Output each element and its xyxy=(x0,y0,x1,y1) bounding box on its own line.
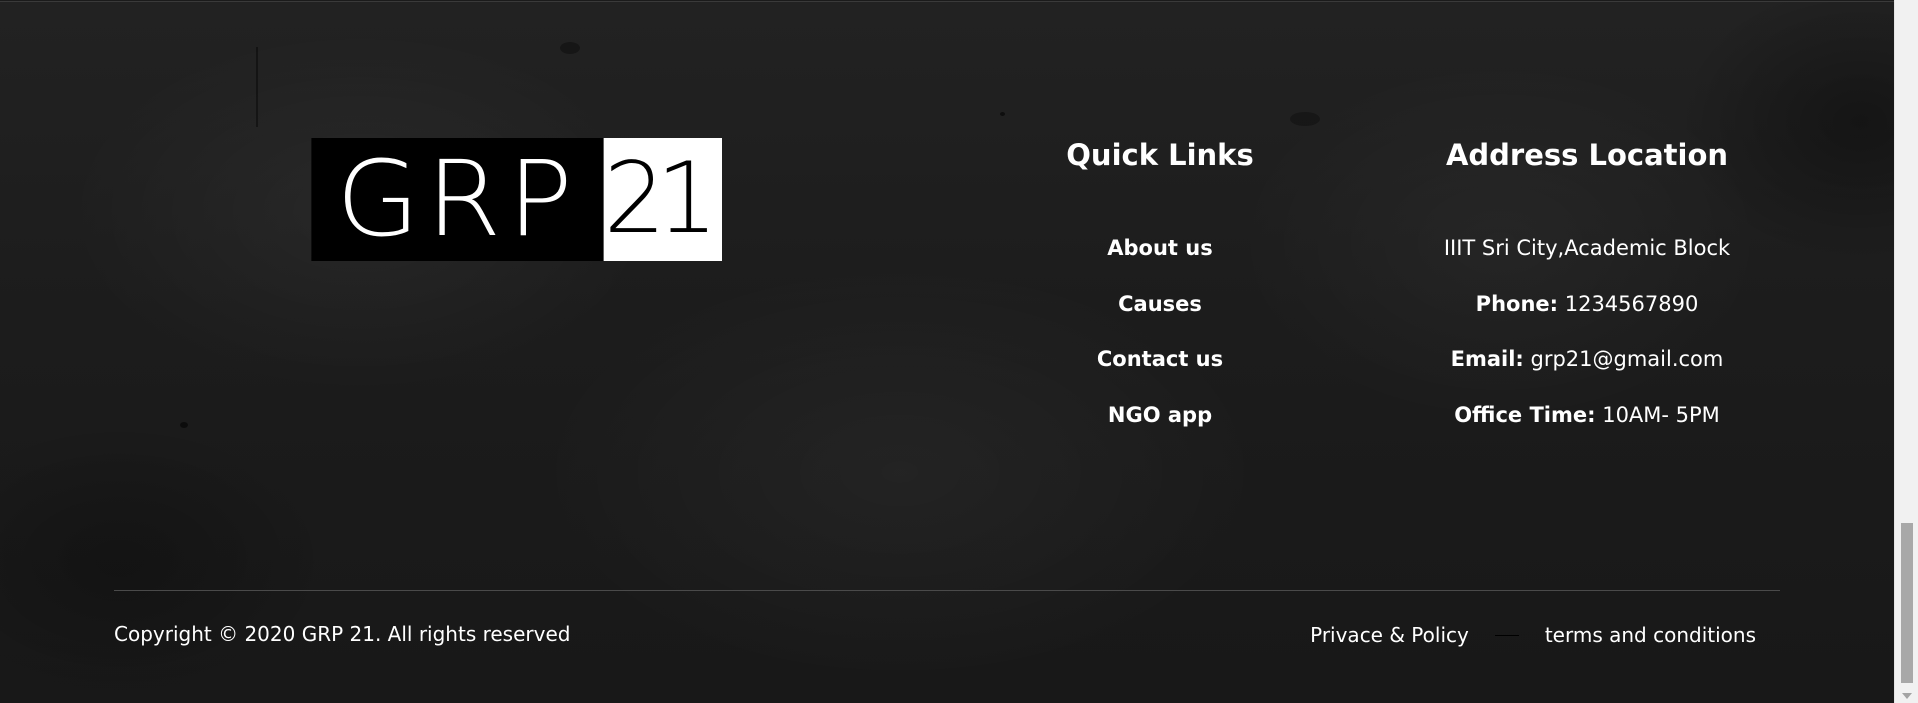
texture-speck xyxy=(1000,112,1005,116)
address-list: IIIT Sri City,Academic Block Phone: 1234… xyxy=(1387,232,1787,454)
about-us-link[interactable]: About us xyxy=(1107,236,1212,260)
phone-label: Phone: xyxy=(1475,291,1559,316)
phone-value: 1234567890 xyxy=(1564,291,1699,316)
phone-line: Phone: 1234567890 xyxy=(1387,288,1787,344)
list-item: Causes xyxy=(1010,288,1310,344)
office-time-value: 10AM- 5PM xyxy=(1602,402,1720,427)
address-line: IIIT Sri City,Academic Block xyxy=(1387,232,1787,288)
site-footer: GRP 21 Quick Links About us Causes Conta… xyxy=(0,1,1894,703)
logo-text-grp: GRP xyxy=(311,138,604,261)
logo-text-21: 21 xyxy=(598,138,722,261)
scroll-down-arrow-icon[interactable] xyxy=(1902,693,1912,699)
office-time-line: Office Time: 10AM- 5PM xyxy=(1387,399,1787,455)
terms-link[interactable]: terms and conditions xyxy=(1545,623,1756,647)
contact-us-link[interactable]: Contact us xyxy=(1097,347,1223,371)
texture-speck xyxy=(1290,112,1320,126)
email-value: grp21@gmail.com xyxy=(1530,347,1724,371)
texture-speck xyxy=(180,422,188,428)
email-line: Email: grp21@gmail.com xyxy=(1387,343,1787,399)
texture-streak xyxy=(256,47,258,127)
causes-link[interactable]: Causes xyxy=(1118,292,1202,316)
address-heading: Address Location xyxy=(1445,138,1729,172)
vertical-scrollbar[interactable] xyxy=(1894,0,1918,703)
office-time-label: Office Time: xyxy=(1454,402,1596,427)
quick-links-list: About us Causes Contact us NGO app xyxy=(1010,232,1310,454)
list-item: Contact us xyxy=(1010,343,1310,399)
texture-speck xyxy=(560,42,580,54)
email-label: Email: xyxy=(1450,347,1524,371)
list-item: About us xyxy=(1010,232,1310,288)
legal-links: Privace & Policy terms and conditions xyxy=(1310,623,1756,647)
privacy-policy-link[interactable]: Privace & Policy xyxy=(1310,623,1469,647)
scrollbar-thumb[interactable] xyxy=(1901,523,1913,683)
copyright-text: Copyright © 2020 GRP 21. All rights rese… xyxy=(114,622,571,646)
footer-divider xyxy=(114,590,1780,591)
address-text: IIIT Sri City,Academic Block xyxy=(1443,236,1731,260)
list-item: NGO app xyxy=(1010,399,1310,455)
link-separator xyxy=(1494,634,1519,636)
grp21-logo[interactable]: GRP 21 xyxy=(311,138,722,261)
ngo-app-link[interactable]: NGO app xyxy=(1108,403,1212,427)
quick-links-heading: Quick Links xyxy=(1066,138,1254,172)
